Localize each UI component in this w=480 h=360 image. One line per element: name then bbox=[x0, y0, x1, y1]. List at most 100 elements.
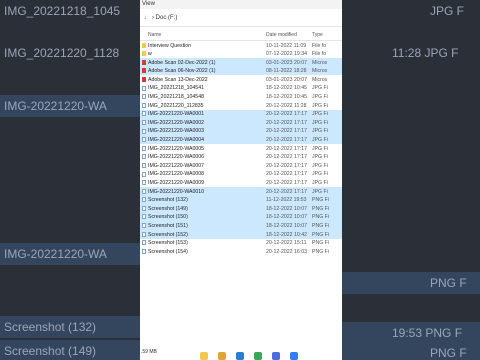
file-type: PNG Fi bbox=[312, 231, 330, 238]
mail-icon[interactable] bbox=[290, 352, 298, 360]
file-name: IMG-20221220-WA0006 bbox=[148, 154, 205, 161]
chrome-icon[interactable] bbox=[254, 352, 262, 360]
file-type: JPG Fi bbox=[312, 85, 328, 92]
file-row[interactable]: Screenshot (153) 20-12-2022 15:11 PNG Fi bbox=[140, 239, 342, 248]
file-row[interactable]: Interview Question 10-11-2022 11:09 File f… bbox=[140, 41, 342, 50]
column-type[interactable]: Type bbox=[312, 32, 323, 38]
column-date-modified[interactable]: Date modified bbox=[266, 32, 297, 38]
column-name[interactable]: Name bbox=[148, 32, 161, 38]
file-date: 18-12-2022 10:07 bbox=[266, 222, 307, 229]
file-type: JPG Fi bbox=[312, 171, 328, 178]
pdf-file-icon bbox=[142, 68, 146, 74]
bg-row-text: IMG-20221220-WA bbox=[4, 99, 107, 113]
file-row[interactable]: IMG-20221220-WA0003 20-12-2022 17:17 JPG F… bbox=[140, 126, 342, 136]
bg-row-text: IMG_20221220_1128 bbox=[4, 46, 120, 60]
status-size: .59 MB bbox=[141, 349, 157, 355]
file-type: Micros bbox=[312, 76, 328, 83]
image-file-icon bbox=[142, 180, 146, 186]
image-file-icon bbox=[142, 102, 146, 108]
bg-row: Screenshot (149) bbox=[0, 340, 140, 360]
file-list: Interview Question 10-11-2022 11:09 File f… bbox=[140, 41, 342, 256]
background-right-zoomed: JPG F 11:28 JPG F PNG F 19:53 PNG F PNG … bbox=[342, 0, 480, 360]
file-date: 18-12-2022 10:45 bbox=[266, 94, 307, 101]
file-type: JPG Fi bbox=[312, 102, 328, 109]
file-type: JPG Fi bbox=[312, 119, 328, 126]
file-name: IMG-20221220-WA0005 bbox=[148, 145, 205, 152]
file-row[interactable]: IMG-20221220-WA0005 20-12-2022 17:17 JPG F… bbox=[140, 144, 342, 153]
file-date: 11-12-2022 19:53 bbox=[266, 197, 307, 204]
file-type: PNG Fi bbox=[312, 214, 330, 221]
file-row[interactable]: Screenshot (150) 18-12-2022 10:07 PNG Fi bbox=[140, 212, 342, 222]
bg-row: 11:28 JPG F bbox=[342, 42, 480, 64]
image-file-icon bbox=[142, 248, 146, 254]
address-bar[interactable]: ↓ › Doc (F:) bbox=[140, 12, 342, 27]
file-type: File fo bbox=[312, 42, 327, 49]
file-explorer-window: View ↓ › Doc (F:) Name Date modified Typ… bbox=[140, 0, 342, 360]
bg-row-text: PNG F bbox=[430, 276, 467, 290]
file-row[interactable]: IMG_20221218_104548 18-12-2022 10:45 JPG F… bbox=[140, 93, 342, 102]
image-file-icon bbox=[142, 145, 146, 151]
file-name: Screenshot (132) bbox=[148, 197, 188, 204]
bg-row: PNG F bbox=[342, 272, 480, 294]
file-row[interactable]: IMG-20221220-WA0004 20-12-2022 17:17 JPG F… bbox=[140, 135, 342, 145]
address-path[interactable]: › Doc (F:) bbox=[152, 15, 177, 21]
file-name: Adobe Scan 02-Dec-2022 (1) bbox=[148, 59, 216, 66]
image-file-icon bbox=[142, 223, 146, 229]
file-type: Micros bbox=[312, 59, 328, 66]
file-type: JPG Fi bbox=[312, 94, 328, 101]
file-row[interactable]: IMG-20221220-WA0006 20-12-2022 17:17 JPG F… bbox=[140, 153, 342, 162]
file-type: JPG Fi bbox=[312, 111, 328, 118]
image-file-icon bbox=[142, 188, 146, 194]
edge-icon[interactable] bbox=[236, 352, 244, 360]
bg-row-text: Screenshot (149) bbox=[4, 344, 97, 358]
file-date: 20-12-2022 15:11 bbox=[266, 240, 307, 247]
file-row[interactable]: IMG-20221220-WA0009 20-12-2022 17:17 JPG F… bbox=[140, 179, 342, 188]
bg-row-text: PNG F bbox=[430, 346, 467, 360]
image-file-icon bbox=[142, 214, 146, 220]
file-row[interactable]: Screenshot (132) 11-12-2022 19:53 PNG Fi bbox=[140, 195, 342, 205]
image-file-icon bbox=[142, 197, 146, 203]
up-arrow-icon[interactable]: ↓ bbox=[142, 15, 148, 21]
file-row[interactable]: Screenshot (152) 18-12-2022 10:42 PNG Fi bbox=[140, 230, 342, 239]
file-name: Screenshot (150) bbox=[148, 214, 188, 221]
image-file-icon bbox=[142, 205, 146, 211]
bg-row: IMG-20221220-WA bbox=[0, 243, 140, 265]
file-name: IMG-20221220-WA0002 bbox=[148, 119, 205, 126]
file-type: PNG Fi bbox=[312, 197, 330, 204]
taskbar bbox=[200, 350, 310, 360]
file-row[interactable]: Screenshot (151) 18-12-2022 10:07 PNG Fi bbox=[140, 221, 342, 231]
bg-row-text: JPG F bbox=[430, 4, 465, 18]
file-type: JPG Fi bbox=[312, 137, 328, 144]
file-row[interactable]: IMG_20221218_104541 18-12-2022 10:45 JPG F… bbox=[140, 84, 342, 93]
file-explorer-icon[interactable] bbox=[200, 352, 208, 360]
bg-row-text: Screenshot (132) bbox=[4, 320, 97, 334]
file-date: 20-12-2022 17:17 bbox=[266, 128, 307, 135]
image-file-icon bbox=[142, 154, 146, 160]
file-row[interactable]: Screenshot (149) 18-12-2022 10:07 PNG Fi bbox=[140, 204, 342, 213]
paint-icon[interactable] bbox=[218, 352, 226, 360]
store-icon[interactable] bbox=[272, 352, 280, 360]
file-date: 03-01-2023 20:07 bbox=[266, 76, 307, 83]
file-row[interactable]: Adobe Scan 02-Dec-2022 (1) 03-01-2023 20:… bbox=[140, 58, 342, 67]
image-file-icon bbox=[142, 85, 146, 91]
column-header: Name Date modified Type bbox=[140, 30, 342, 41]
file-name: IMG_20221220_112835 bbox=[148, 102, 204, 109]
file-name: IMG-20221220-WA0004 bbox=[148, 137, 205, 144]
file-name: IMG_20221218_104541 bbox=[148, 85, 204, 92]
file-row[interactable]: IMG_20221220_112835 20-12-2022 11:28 JPG F… bbox=[140, 101, 342, 110]
folder-icon bbox=[142, 42, 146, 48]
file-row[interactable]: IMG-20221220-WA0008 20-12-2022 17:17 JPG F… bbox=[140, 170, 342, 179]
file-name: Screenshot (152) bbox=[148, 231, 188, 238]
file-row[interactable]: IMG-20221220-WA0007 20-12-2022 17:17 JPG F… bbox=[140, 161, 342, 170]
file-row[interactable]: Screenshot (154) 20-12-2022 16:03 PNG Fi bbox=[140, 247, 342, 256]
file-row[interactable]: Adobe Scan 13-Dec-2022 03-01-2023 20:07 Mi… bbox=[140, 75, 342, 84]
file-date: 20-12-2022 17:17 bbox=[266, 188, 307, 195]
file-row[interactable]: IMG-20221220-WA0002 20-12-2022 17:17 JPG F… bbox=[140, 118, 342, 127]
bg-row: IMG_20221220_1128 bbox=[0, 42, 140, 64]
file-row[interactable]: w 07-12-2022 19:34 File fo bbox=[140, 50, 342, 59]
file-row[interactable]: IMG-20221220-WA0001 20-12-2022 17:17 JPG F… bbox=[140, 109, 342, 119]
file-row[interactable]: Adobe Scan 06-Nov-2022 (1) 08-11-2022 18:… bbox=[140, 66, 342, 76]
file-date: 20-12-2022 16:03 bbox=[266, 248, 307, 255]
file-row[interactable]: IMG-20221220-WA0010 20-12-2022 17:17 JPG F… bbox=[140, 187, 342, 196]
file-type: PNG Fi bbox=[312, 222, 330, 229]
